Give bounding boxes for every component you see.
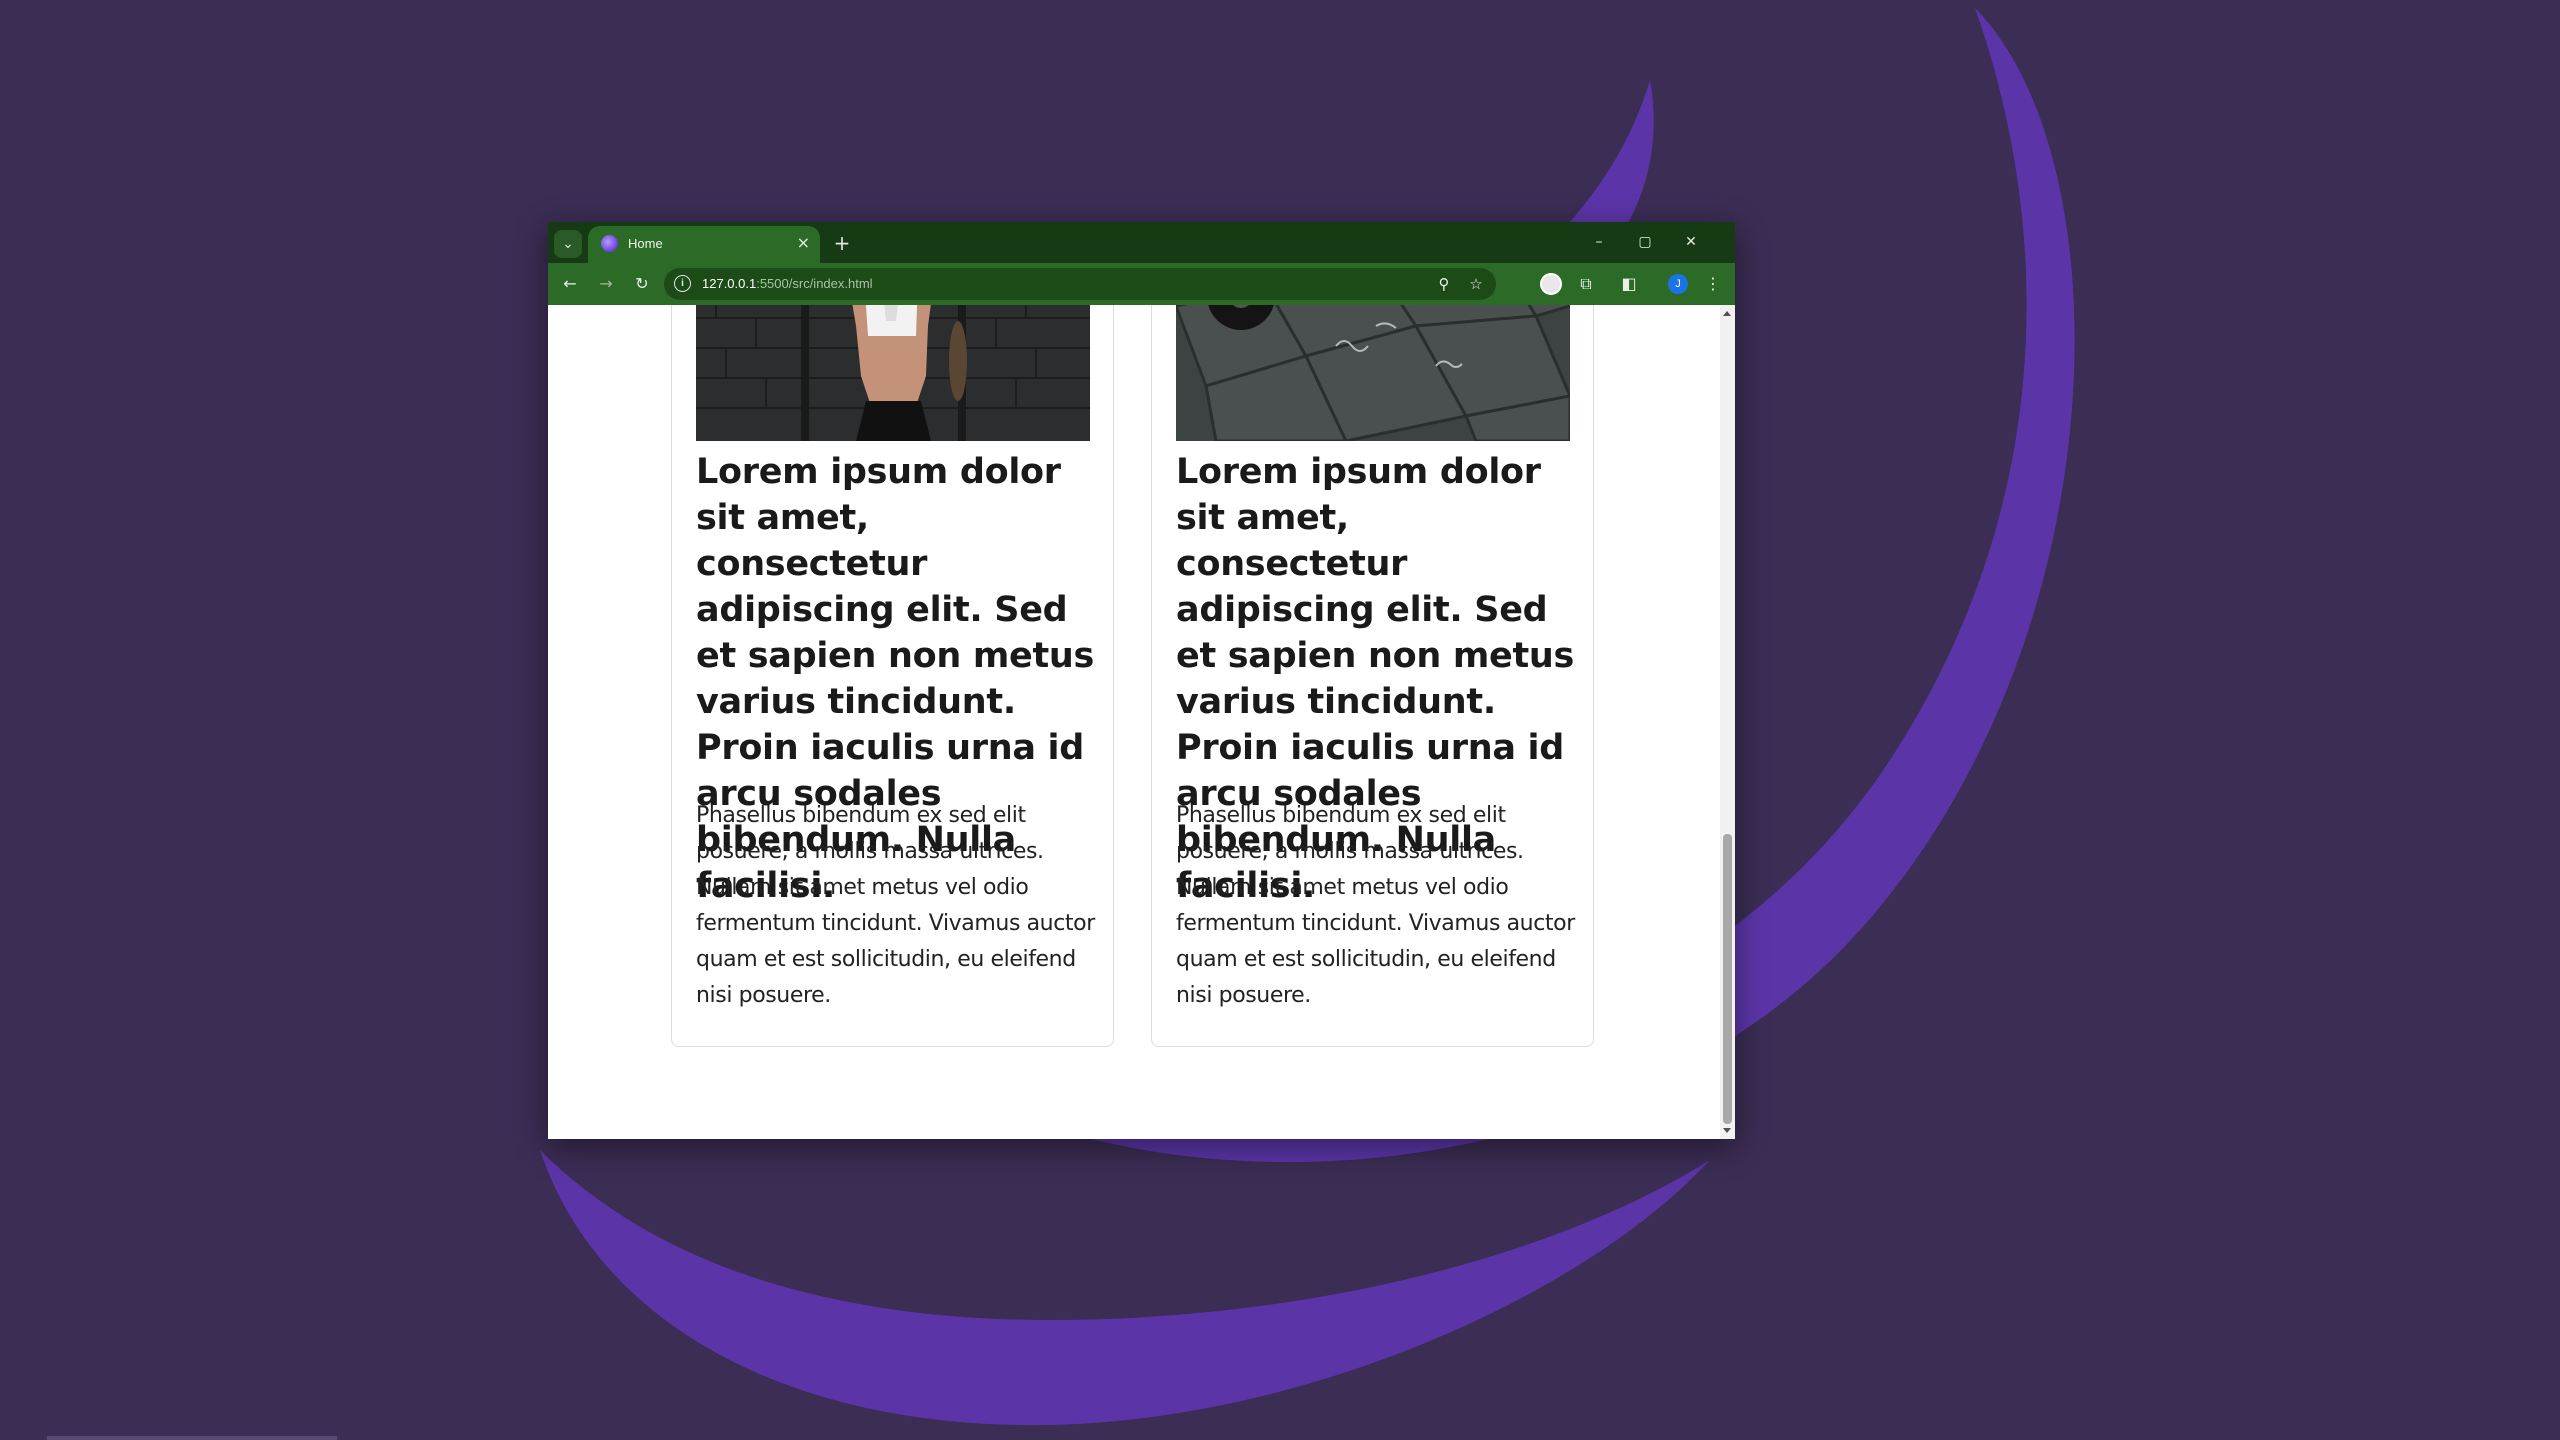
card: Lorem ipsum dolor sit amet, consectetur … [671, 305, 1114, 1047]
card-text: Phasellus bibendum ex sed elit posuere, … [696, 803, 1095, 1008]
close-icon[interactable]: × [797, 233, 810, 253]
side-panel-icon[interactable]: ◧ [1615, 270, 1643, 298]
card-image [696, 305, 1090, 441]
tab-home[interactable]: Home × [588, 226, 820, 263]
card-photo-gym-floor [1176, 305, 1570, 441]
forward-button[interactable]: → [592, 270, 620, 298]
kebab-menu-icon[interactable]: ⋮ [1699, 270, 1727, 298]
profile-avatar[interactable]: J [1668, 274, 1688, 294]
arrow-left-icon: ← [563, 274, 577, 293]
url-text[interactable]: 127.0.0.1:5500/src/index.html [702, 275, 873, 293]
address-bar[interactable]: i 127.0.0.1:5500/src/index.html ⚲ ☆ [664, 268, 1496, 300]
card-image [1176, 305, 1570, 441]
close-window-icon: ✕ [1685, 234, 1697, 250]
star-icon[interactable]: ☆ [1464, 272, 1488, 296]
scroll-thumb[interactable] [1723, 834, 1732, 1124]
minimize-icon: – [1595, 234, 1603, 250]
maximize-icon: ▢ [1638, 234, 1652, 250]
info-icon[interactable]: i [674, 275, 691, 292]
puzzle-icon[interactable]: ⧉ [1572, 270, 1600, 298]
reload-button[interactable]: ↻ [628, 270, 656, 298]
browser-window: ⌄ Home × + – ▢ ✕ ← → ↻ i 127.0.0.1:5500/… [548, 222, 1735, 1139]
minimize-button[interactable]: – [1576, 226, 1622, 258]
favicon-icon [601, 235, 618, 252]
plus-icon: + [833, 231, 851, 255]
url-host: 127.0.0.1 [702, 276, 757, 291]
vertical-scrollbar[interactable] [1720, 305, 1735, 1139]
card-photo-gym-woman [696, 305, 1090, 441]
tab-search-button[interactable]: ⌄ [554, 230, 582, 258]
new-tab-button[interactable]: + [828, 229, 856, 257]
url-path: :5500/src/index.html [756, 276, 873, 291]
browser-toolbar: ← → ↻ i 127.0.0.1:5500/src/index.html ⚲ … [548, 263, 1735, 305]
tab-title: Home [628, 236, 663, 251]
close-window-button[interactable]: ✕ [1668, 226, 1714, 258]
scroll-down-arrow-icon[interactable] [1723, 1128, 1731, 1133]
extension-icon[interactable] [1540, 273, 1562, 295]
reload-icon: ↻ [635, 274, 649, 293]
page-viewport: Lorem ipsum dolor sit amet, consectetur … [548, 305, 1735, 1139]
scroll-up-arrow-icon[interactable] [1723, 311, 1731, 316]
title-bar: ⌄ Home × + – ▢ ✕ [548, 222, 1735, 263]
card-text: Phasellus bibendum ex sed elit posuere, … [1176, 803, 1575, 1008]
back-button[interactable]: ← [556, 270, 584, 298]
maximize-button[interactable]: ▢ [1622, 226, 1668, 258]
arrow-right-icon: → [599, 274, 613, 293]
chevron-down-icon: ⌄ [562, 236, 574, 252]
zoom-icon[interactable]: ⚲ [1432, 272, 1456, 296]
taskbar-indicator [47, 1436, 337, 1440]
card: Lorem ipsum dolor sit amet, consectetur … [1151, 305, 1594, 1047]
